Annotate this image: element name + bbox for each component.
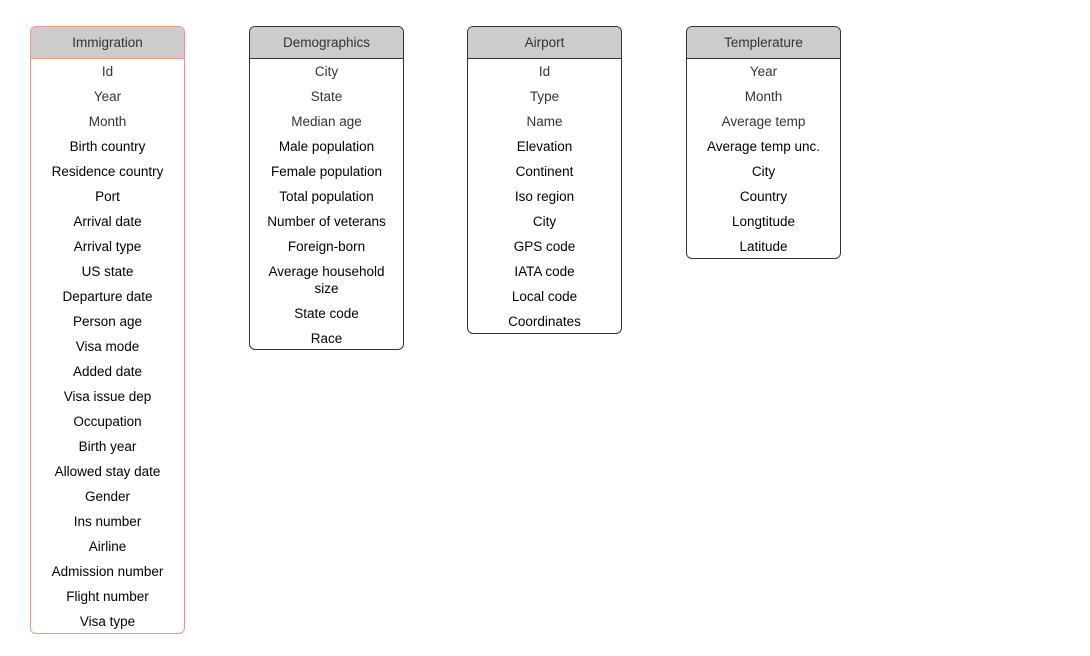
field-row[interactable]: Month bbox=[31, 109, 184, 134]
field-row[interactable]: Foreign-born bbox=[250, 234, 403, 259]
entity-temperature[interactable]: Templerature Year Month Average temp Ave… bbox=[686, 26, 841, 259]
field-row[interactable]: Visa mode bbox=[31, 334, 184, 359]
field-row[interactable]: Departure date bbox=[31, 284, 184, 309]
field-row[interactable]: Average temp unc. bbox=[687, 134, 840, 159]
entity-title[interactable]: Templerature bbox=[687, 27, 840, 59]
field-row[interactable]: Ins number bbox=[31, 509, 184, 534]
field-row[interactable]: Gender bbox=[31, 484, 184, 509]
field-row[interactable]: Coordinates bbox=[468, 309, 621, 333]
field-row[interactable]: GPS code bbox=[468, 234, 621, 259]
field-row[interactable]: Flight number bbox=[31, 584, 184, 609]
entity-title[interactable]: Airport bbox=[468, 27, 621, 59]
field-row[interactable]: Continent bbox=[468, 159, 621, 184]
entity-title[interactable]: Immigration bbox=[31, 27, 184, 59]
field-row[interactable]: Year bbox=[687, 59, 840, 84]
field-row[interactable]: Total population bbox=[250, 184, 403, 209]
entity-title[interactable]: Demographics bbox=[250, 27, 403, 59]
field-row[interactable]: Residence country bbox=[31, 159, 184, 184]
entity-airport[interactable]: Airport Id Type Name Elevation Continent… bbox=[467, 26, 622, 334]
field-row[interactable]: Local code bbox=[468, 284, 621, 309]
field-row[interactable]: Occupation bbox=[31, 409, 184, 434]
field-row[interactable]: Female population bbox=[250, 159, 403, 184]
field-list: Id Type Name Elevation Continent Iso reg… bbox=[468, 59, 621, 333]
field-row[interactable]: Month bbox=[687, 84, 840, 109]
field-row[interactable]: Added date bbox=[31, 359, 184, 384]
field-row[interactable]: Allowed stay date bbox=[31, 459, 184, 484]
field-row[interactable]: City bbox=[468, 209, 621, 234]
field-row[interactable]: Id bbox=[31, 59, 184, 84]
field-list: Year Month Average temp Average temp unc… bbox=[687, 59, 840, 258]
field-row[interactable]: Race bbox=[250, 326, 403, 349]
field-row[interactable]: Average temp bbox=[687, 109, 840, 134]
field-row[interactable]: Iso region bbox=[468, 184, 621, 209]
field-row[interactable]: State bbox=[250, 84, 403, 109]
entity-immigration[interactable]: Immigration Id Year Month Birth country … bbox=[30, 26, 185, 634]
field-row[interactable]: Visa type bbox=[31, 609, 184, 633]
field-row[interactable]: Year bbox=[31, 84, 184, 109]
field-row[interactable]: Latitude bbox=[687, 234, 840, 258]
field-row[interactable]: Birth country bbox=[31, 134, 184, 159]
field-row[interactable]: Number of veterans bbox=[250, 209, 403, 234]
field-row[interactable]: City bbox=[250, 59, 403, 84]
field-row[interactable]: Arrival type bbox=[31, 234, 184, 259]
field-list: Id Year Month Birth country Residence co… bbox=[31, 59, 184, 633]
field-row[interactable]: Name bbox=[468, 109, 621, 134]
field-row[interactable]: Average household size bbox=[250, 259, 403, 301]
field-row[interactable]: Elevation bbox=[468, 134, 621, 159]
field-row[interactable]: Person age bbox=[31, 309, 184, 334]
entity-demographics[interactable]: Demographics City State Median age Male … bbox=[249, 26, 404, 350]
field-row[interactable]: State code bbox=[250, 301, 403, 326]
field-row[interactable]: US state bbox=[31, 259, 184, 284]
field-row[interactable]: Country bbox=[687, 184, 840, 209]
field-row[interactable]: Median age bbox=[250, 109, 403, 134]
field-row[interactable]: Arrival date bbox=[31, 209, 184, 234]
field-row[interactable]: IATA code bbox=[468, 259, 621, 284]
field-row[interactable]: Male population bbox=[250, 134, 403, 159]
field-row[interactable]: Birth year bbox=[31, 434, 184, 459]
field-row[interactable]: Longtitude bbox=[687, 209, 840, 234]
field-row[interactable]: Airline bbox=[31, 534, 184, 559]
field-list: City State Median age Male population Fe… bbox=[250, 59, 403, 349]
field-row[interactable]: Admission number bbox=[31, 559, 184, 584]
field-row[interactable]: Port bbox=[31, 184, 184, 209]
field-row[interactable]: Type bbox=[468, 84, 621, 109]
field-row[interactable]: City bbox=[687, 159, 840, 184]
field-row[interactable]: Visa issue dep bbox=[31, 384, 184, 409]
field-row[interactable]: Id bbox=[468, 59, 621, 84]
